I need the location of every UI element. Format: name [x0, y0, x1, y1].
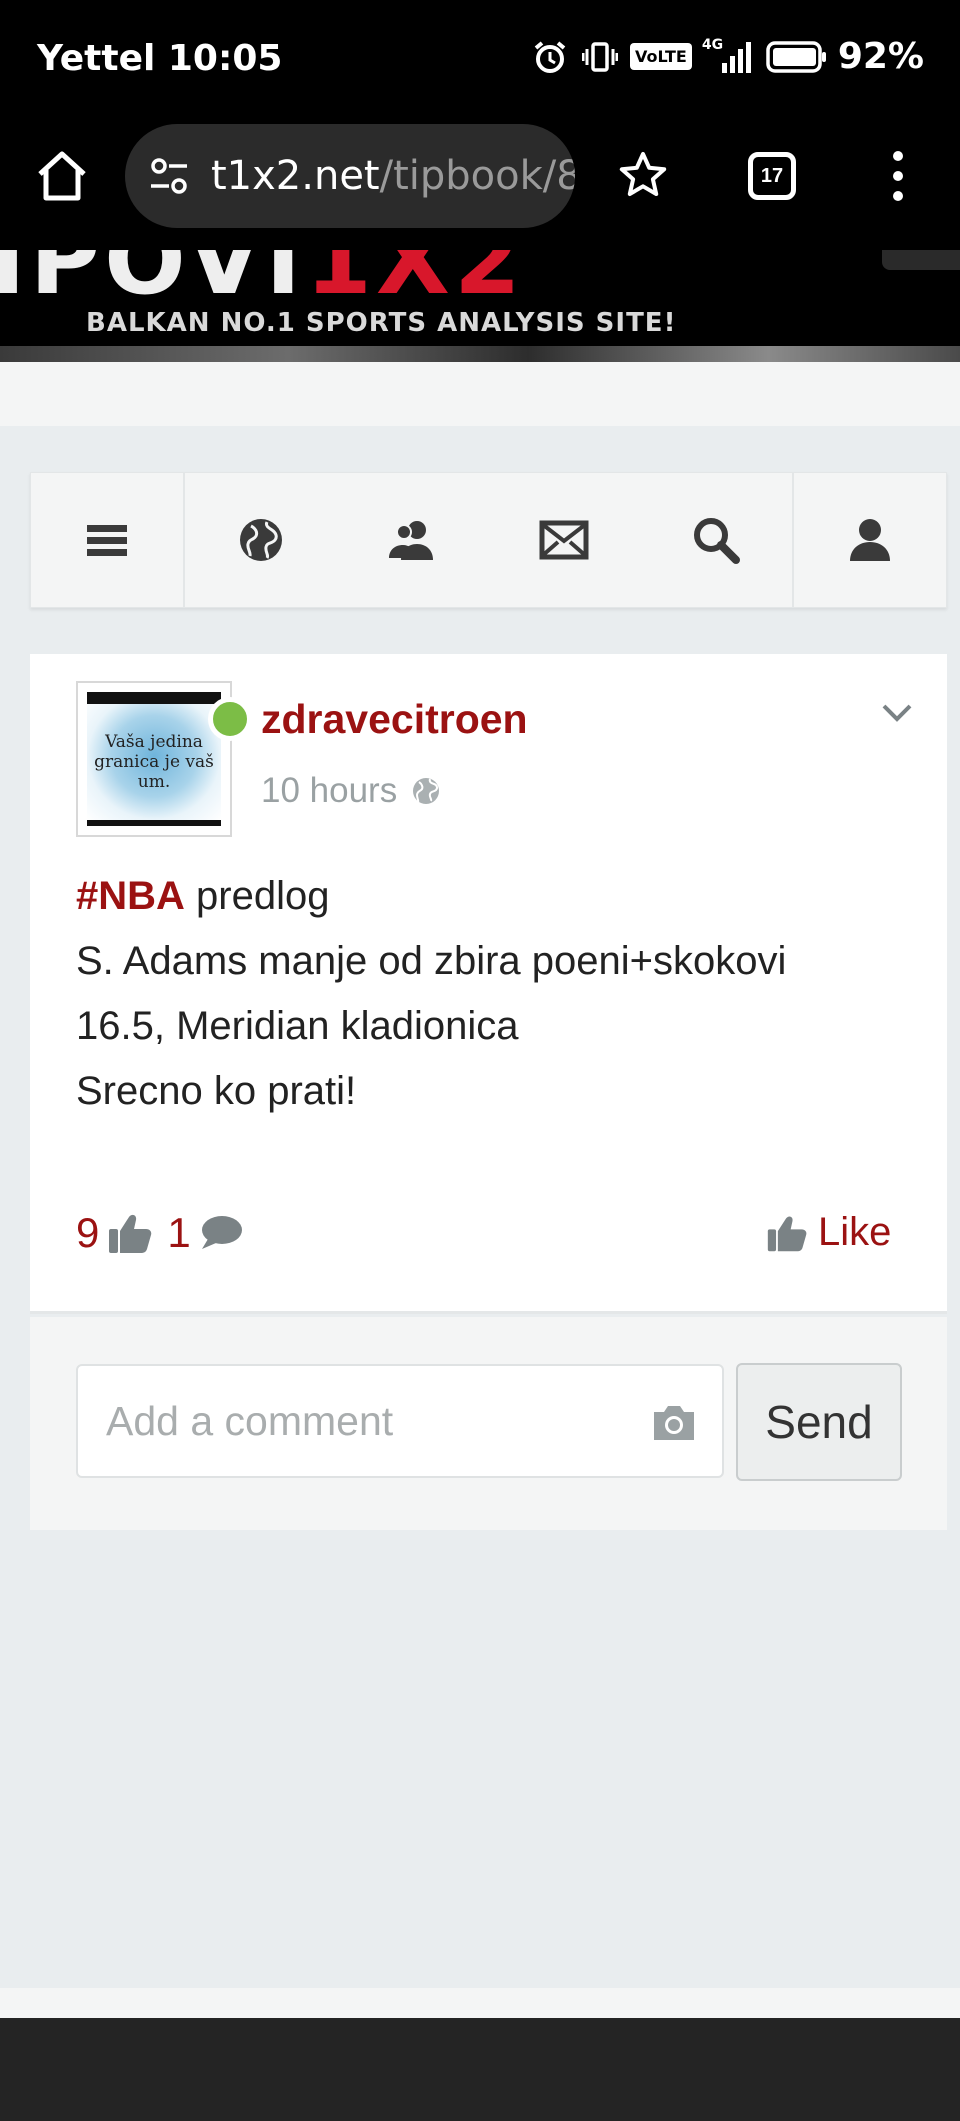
- thumbs-up-icon: [109, 1214, 152, 1253]
- post-line-3: 16.5, Meridian kladionica: [76, 1004, 519, 1048]
- post-stats: 9 1: [76, 1209, 243, 1257]
- footer-band: [0, 1988, 960, 2018]
- status-bar: Yettel 10:05 VoLTE 4G 92%: [0, 0, 960, 122]
- more-vert-icon: [893, 151, 903, 201]
- address-bar[interactable]: t1x2.net/tipbook/88: [125, 124, 575, 228]
- post-line-1-text: predlog: [184, 874, 330, 918]
- browser-toolbar: t1x2.net/tipbook/88 17: [0, 122, 960, 250]
- nav-profile-button[interactable]: [794, 473, 946, 607]
- post-author[interactable]: zdravecitroen: [261, 696, 528, 743]
- comment-input[interactable]: Add a comment: [76, 1364, 724, 1478]
- url-domain: t1x2.net: [211, 153, 380, 199]
- post-body: #NBA predlog S. Adams manje od zbira poe…: [76, 864, 916, 1124]
- camera-button[interactable]: [650, 1402, 698, 1444]
- search-icon: [694, 518, 741, 564]
- online-status-dot: [208, 697, 252, 741]
- footer: [0, 2018, 960, 2121]
- users-icon: [388, 521, 433, 560]
- comments-count[interactable]: 1: [167, 1209, 190, 1257]
- banner-strip: [0, 346, 960, 362]
- avatar-image: Vaša jedina granica je vaš um.: [87, 692, 221, 826]
- nav-friends-button[interactable]: [337, 473, 489, 607]
- bookmark-button[interactable]: [617, 149, 669, 201]
- signal-icon: 4G: [702, 37, 756, 77]
- site-nav-toolbar: [30, 472, 947, 608]
- browser-menu-button[interactable]: [880, 148, 916, 204]
- post-card: Vaša jedina granica je vaš um. zdravecit…: [30, 654, 947, 1314]
- user-icon: [850, 519, 891, 561]
- site-logo: IPOVI1X2: [0, 250, 525, 316]
- battery-icon: [766, 37, 828, 77]
- logo-left: IPOVI: [0, 250, 306, 316]
- network-type: 4G: [701, 36, 724, 53]
- status-icons: VoLTE 4G 92%: [530, 36, 924, 77]
- public-globe-icon: [413, 778, 440, 804]
- likes-count[interactable]: 9: [76, 1209, 99, 1257]
- comment-bubble-icon: [201, 1216, 242, 1249]
- nav-menu-button[interactable]: [31, 473, 185, 607]
- alarm-icon: [530, 37, 570, 77]
- post-line-2: S. Adams manje od zbira poeni+skokovi: [76, 939, 787, 983]
- nav-search-button[interactable]: [640, 473, 795, 607]
- globe-icon: [239, 519, 282, 561]
- url-path: /tipbook/88: [379, 153, 575, 199]
- like-label: Like: [818, 1210, 892, 1254]
- avatar[interactable]: Vaša jedina granica je vaš um.: [76, 681, 252, 837]
- post-line-1: #NBA predlog: [76, 864, 916, 929]
- battery-percent: 92%: [837, 36, 924, 77]
- post-options-button[interactable]: [880, 702, 914, 724]
- banner-chip: [882, 250, 960, 270]
- envelope-icon: [539, 520, 589, 560]
- avatar-text: Vaša jedina granica je vaš um.: [94, 732, 214, 792]
- logo-right: 1X2: [305, 250, 525, 316]
- send-button[interactable]: Send: [736, 1363, 902, 1481]
- carrier-time: Yettel 10:05: [37, 38, 283, 79]
- post-line-4: Srecno ko prati!: [76, 1069, 357, 1113]
- camera-icon: [654, 1406, 694, 1440]
- url-text: t1x2.net/tipbook/88: [211, 153, 575, 199]
- comment-form: Add a comment Send: [30, 1317, 947, 1530]
- like-button[interactable]: Like: [766, 1210, 891, 1255]
- hashtag-link[interactable]: #NBA: [76, 874, 185, 918]
- site-tagline: BALKAN NO.1 SPORTS ANALYSIS SITE!: [86, 308, 677, 338]
- menu-icon: [86, 525, 127, 556]
- site-settings-icon[interactable]: [147, 154, 191, 198]
- spacer-band: [0, 362, 960, 426]
- home-icon: [38, 151, 86, 201]
- star-icon: [619, 152, 667, 196]
- comment-placeholder: Add a comment: [106, 1398, 394, 1444]
- volte-badge: VoLTE: [629, 43, 692, 70]
- like-thumb-icon: [767, 1215, 807, 1251]
- nav-globe-button[interactable]: [185, 473, 337, 607]
- post-time[interactable]: 10 hours: [261, 771, 397, 811]
- post-meta: 10 hours: [261, 771, 441, 811]
- tab-switcher-button[interactable]: 17: [748, 152, 796, 200]
- vibrate-icon: [580, 37, 620, 77]
- chevron-down-icon: [882, 704, 912, 722]
- home-button[interactable]: [32, 146, 92, 206]
- site-banner[interactable]: IPOVI1X2 BALKAN NO.1 SPORTS ANALYSIS SIT…: [0, 250, 960, 362]
- nav-messages-button[interactable]: [488, 473, 640, 607]
